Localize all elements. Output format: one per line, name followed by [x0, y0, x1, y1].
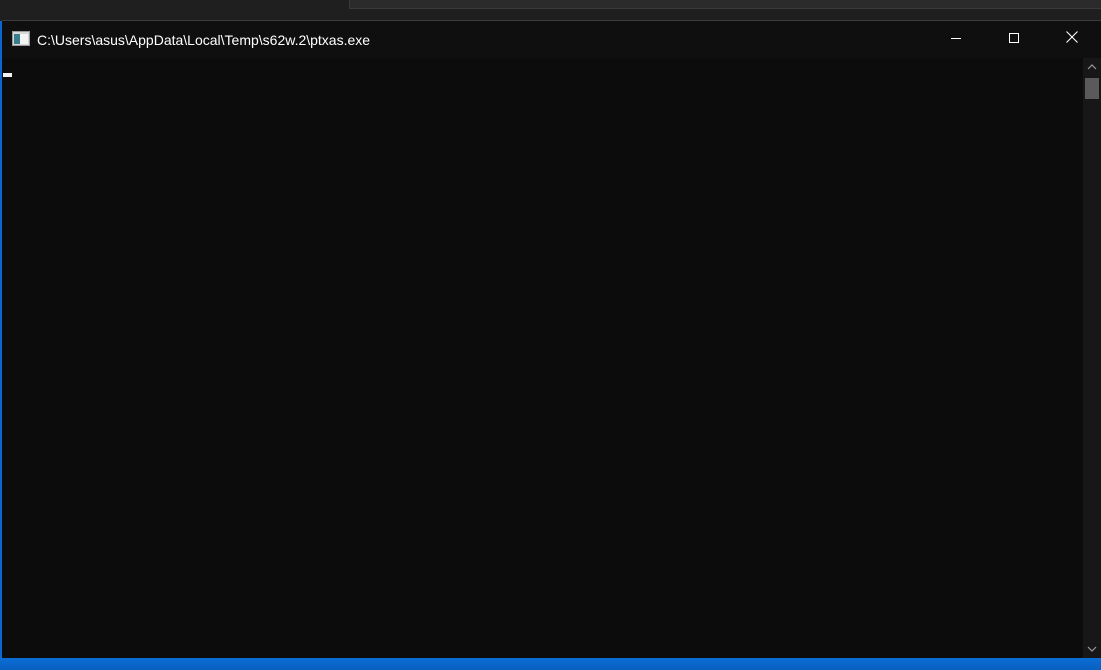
background-window	[0, 0, 1101, 21]
scroll-up-button[interactable]	[1083, 58, 1101, 76]
text-cursor	[3, 73, 12, 77]
close-button[interactable]	[1043, 21, 1101, 58]
maximize-button[interactable]	[985, 21, 1043, 58]
minimize-button[interactable]	[927, 21, 985, 58]
chevron-down-icon	[1087, 640, 1097, 658]
close-icon	[1065, 30, 1079, 49]
console-output-area[interactable]	[2, 58, 1083, 658]
background-window-panel	[349, 0, 1101, 9]
console-app-icon[interactable]	[12, 31, 30, 46]
title-bar[interactable]: C:\Users\asus\AppData\Local\Temp\s62w.2\…	[2, 21, 1101, 58]
console-window: C:\Users\asus\AppData\Local\Temp\s62w.2\…	[2, 20, 1101, 658]
maximize-icon	[1008, 31, 1020, 49]
desktop-background	[0, 657, 1101, 670]
scroll-thumb[interactable]	[1085, 78, 1099, 99]
minimize-icon	[950, 31, 962, 49]
vertical-scrollbar[interactable]	[1083, 58, 1101, 658]
scroll-down-button[interactable]	[1083, 640, 1101, 658]
window-title: C:\Users\asus\AppData\Local\Temp\s62w.2\…	[37, 32, 371, 48]
chevron-up-icon	[1087, 58, 1097, 76]
